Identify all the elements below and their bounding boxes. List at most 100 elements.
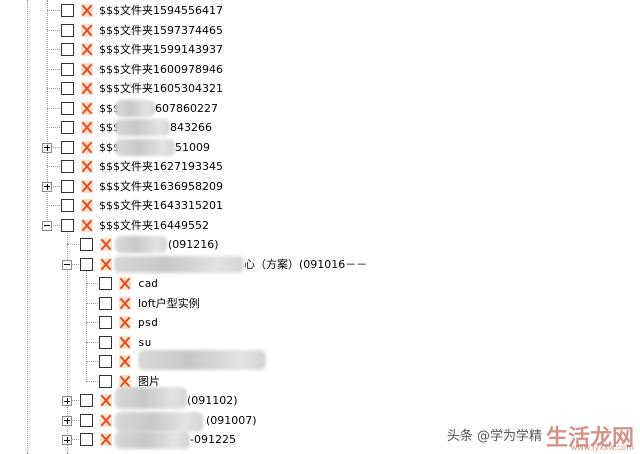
tree-row[interactable]: $$$文件夹1627193345: [0, 157, 640, 177]
excluded-x-icon: [118, 335, 132, 350]
tree-row[interactable]: $$$文件夹1599143937: [0, 40, 640, 60]
tree-row[interactable]: (091102): [0, 387, 640, 411]
tree-connector: [47, 205, 60, 206]
tree-row[interactable]: $$$ 51009: [0, 138, 640, 158]
tree-row[interactable]: $$$文件夹1600978946: [0, 60, 640, 80]
excluded-x-icon: [99, 413, 113, 428]
expand-plus-icon[interactable]: [62, 435, 72, 445]
tree-connector: [47, 68, 60, 70]
item-label: -091225: [190, 433, 236, 446]
excluded-x-icon: [80, 179, 94, 194]
collapse-minus-icon[interactable]: [62, 259, 72, 270]
item-label: $$$文件夹1599143937: [99, 43, 223, 56]
item-label: $$$文件夹1597374465: [99, 23, 223, 37]
watermark-url: www.lyxxw.com: [570, 443, 634, 452]
item-label: cad: [138, 277, 158, 290]
item-checkbox[interactable]: [80, 257, 93, 271]
tree-row[interactable]: 图片: [0, 372, 640, 392]
item-label-tail: 51009: [175, 140, 210, 154]
item-label: psd: [138, 316, 158, 329]
expand-plus-icon[interactable]: [42, 181, 52, 192]
excluded-x-icon: [118, 315, 132, 330]
item-label: loft户型实例: [138, 296, 200, 310]
excluded-x-icon: [80, 159, 94, 174]
tree-row[interactable]: $$$文件夹1594556417: [0, 1, 640, 21]
item-checkbox[interactable]: [61, 62, 74, 76]
tree-row[interactable]: $$$文件夹16449552: [0, 216, 640, 236]
excluded-x-icon: [80, 81, 94, 96]
item-label: (091102): [187, 394, 238, 407]
tree-row[interactable]: loft户型实例: [0, 294, 640, 314]
tree-row[interactable]: (091216): [0, 235, 640, 255]
excluded-x-icon: [80, 23, 94, 38]
item-checkbox[interactable]: [99, 355, 112, 368]
tree-row[interactable]: $$$文件夹1597374465: [0, 21, 640, 41]
redaction-blur: [138, 350, 266, 370]
item-checkbox[interactable]: [61, 218, 74, 232]
tree-connector: [47, 107, 60, 109]
redaction-blur: [115, 138, 175, 156]
tree-connector: [86, 341, 98, 343]
item-checkbox[interactable]: [61, 82, 74, 95]
tree-connector: [47, 166, 60, 167]
item-label-tail: 607860227: [155, 101, 218, 115]
tree-row[interactable]: $$$ 843266: [0, 118, 640, 138]
item-checkbox[interactable]: [80, 238, 93, 251]
expand-plus-icon[interactable]: [62, 396, 72, 406]
excluded-x-icon: [99, 432, 113, 447]
tree-connector: [47, 88, 60, 89]
collapse-minus-icon[interactable]: [42, 220, 52, 231]
tree-row[interactable]: psd: [0, 313, 640, 333]
excluded-x-icon: [99, 393, 113, 408]
item-checkbox[interactable]: [61, 121, 74, 134]
item-checkbox[interactable]: [99, 296, 112, 310]
item-label: (091216): [168, 238, 219, 251]
item-checkbox[interactable]: [99, 335, 112, 349]
item-checkbox[interactable]: [99, 277, 112, 290]
excluded-x-icon: [80, 120, 94, 135]
item-checkbox[interactable]: [61, 179, 74, 193]
item-checkbox[interactable]: [61, 43, 74, 56]
item-checkbox[interactable]: [99, 374, 112, 388]
expand-plus-icon[interactable]: [62, 415, 72, 426]
tree-connector: [86, 361, 98, 362]
item-label: su: [138, 335, 152, 349]
tree-row[interactable]: [0, 350, 640, 372]
excluded-x-icon: [80, 140, 94, 155]
item-checkbox[interactable]: [61, 140, 74, 154]
item-checkbox[interactable]: [99, 316, 112, 329]
item-label: 心（方案）(091016－－: [244, 257, 368, 271]
tree-row[interactable]: $$$ 607860227: [0, 99, 640, 119]
tree-row[interactable]: $$$文件夹1643315201: [0, 196, 640, 216]
item-checkbox[interactable]: [61, 199, 74, 212]
item-label: $$$文件夹16449552: [99, 218, 209, 232]
tree-connector: [86, 302, 98, 304]
item-checkbox[interactable]: [80, 413, 93, 427]
item-checkbox[interactable]: [80, 394, 93, 407]
tree-connector: [47, 127, 60, 128]
item-label: (091007): [206, 413, 257, 427]
excluded-x-icon: [80, 62, 94, 77]
excluded-x-icon: [118, 296, 132, 311]
excluded-x-icon: [118, 276, 132, 291]
tree-row[interactable]: 心（方案）(091016－－: [0, 255, 640, 275]
redaction-blur: [115, 387, 187, 409]
item-checkbox[interactable]: [61, 4, 74, 17]
excluded-x-icon: [80, 218, 94, 233]
excluded-x-icon: [80, 3, 94, 18]
tree-row[interactable]: $$$文件夹1605304321: [0, 79, 640, 99]
item-checkbox[interactable]: [61, 101, 74, 115]
redaction-blur: [115, 99, 155, 117]
tree-row[interactable]: $$$文件夹1636958209: [0, 177, 640, 197]
item-checkbox[interactable]: [61, 160, 74, 173]
excluded-x-icon: [80, 101, 94, 116]
item-checkbox[interactable]: [80, 433, 93, 446]
watermark: 头条 @学为学精 生活龙网 www.lyxxw.com: [447, 410, 634, 452]
tree-row[interactable]: cad: [0, 274, 640, 294]
redaction-blur: [115, 236, 167, 253]
expand-plus-icon[interactable]: [42, 142, 52, 153]
tree-connector: [86, 380, 98, 382]
item-checkbox[interactable]: [61, 23, 74, 37]
tree-row[interactable]: su: [0, 333, 640, 353]
tree-connector: [47, 10, 60, 11]
